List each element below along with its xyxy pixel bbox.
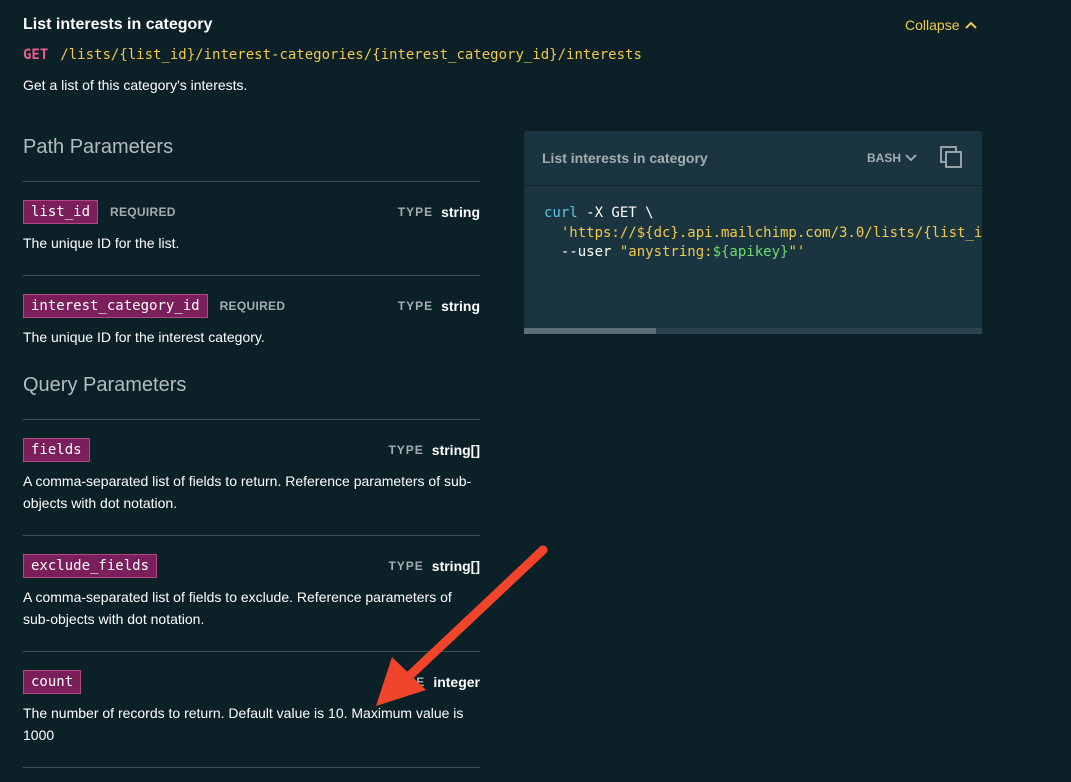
http-method: GET — [23, 47, 49, 63]
code-sample-panel: List interests in category BASH curl -X … — [524, 131, 982, 334]
collapse-button[interactable]: Collapse — [905, 17, 978, 33]
divider — [23, 767, 480, 768]
code-line-3d: "' — [788, 244, 806, 260]
param-description: A comma-separated list of fields to excl… — [23, 589, 452, 627]
scrollbar-thumb[interactable] — [524, 328, 656, 334]
param-name: interest_category_id — [23, 294, 208, 318]
type-label: TYPE — [388, 559, 424, 573]
endpoint: GET /lists/{list_id}/interest-categories… — [23, 47, 642, 63]
divider — [23, 275, 480, 276]
code-line-1: -X GET \ — [577, 205, 654, 221]
code-sample-title: List interests in category — [542, 150, 708, 166]
type-label: TYPE — [397, 205, 434, 219]
type-value: string[] — [431, 442, 480, 458]
param-description: A comma-separated list of fields to retu… — [23, 473, 472, 511]
code-line-3b: "anystring: — [619, 244, 713, 260]
type-value: integer — [433, 674, 480, 690]
code-sample-header: List interests in category BASH — [524, 131, 982, 186]
endpoint-path: /lists/{list_id}/interest-categories/{in… — [60, 47, 642, 63]
code-command: curl — [544, 205, 578, 221]
param-name: exclude_fields — [23, 554, 158, 578]
required-badge: REQUIRED — [219, 299, 286, 313]
param-exclude-fields: exclude_fields TYPE string[] A comma-sep… — [23, 554, 480, 630]
code-line-2: 'https://${dc}.api.mailchimp.com/3.0/lis… — [544, 224, 982, 241]
collapse-label: Collapse — [905, 17, 960, 33]
type-label: TYPE — [388, 443, 424, 457]
code-block: curl -X GET \ 'https://${dc}.api.mailchi… — [544, 204, 982, 263]
code-line-3c: ${apikey} — [712, 244, 789, 260]
param-count: count TYPE integer The number of records… — [23, 670, 480, 746]
param-interest-category-id: interest_category_id REQUIRED TYPE strin… — [23, 294, 480, 348]
param-description: The unique ID for the interest category. — [23, 329, 265, 345]
param-list-id: list_id REQUIRED TYPE string The unique … — [23, 200, 480, 254]
operation-title: List interests in category — [23, 16, 213, 33]
param-description: The unique ID for the list. — [23, 235, 180, 251]
chevron-up-icon — [965, 21, 978, 29]
operation-description: Get a list of this category's interests. — [23, 77, 248, 93]
divider — [23, 535, 480, 536]
type-value: string — [441, 298, 480, 314]
language-selector[interactable]: BASH — [867, 151, 917, 165]
type-label: TYPE — [397, 299, 434, 313]
type-label: TYPE — [389, 675, 426, 689]
param-fields: fields TYPE string[] A comma-separated l… — [23, 438, 480, 514]
param-name: list_id — [23, 200, 99, 224]
divider — [23, 419, 480, 420]
language-label: BASH — [867, 151, 902, 165]
divider — [23, 181, 480, 182]
param-name: count — [23, 670, 82, 694]
chevron-down-icon — [905, 154, 917, 162]
required-badge: REQUIRED — [110, 205, 176, 219]
query-parameters-title: Query Parameters — [23, 374, 187, 396]
path-parameters-title: Path Parameters — [23, 136, 174, 158]
divider — [23, 651, 480, 652]
horizontal-scrollbar[interactable] — [524, 328, 982, 334]
type-value: string[] — [431, 558, 480, 574]
param-description: The number of records to return. Default… — [23, 705, 464, 743]
code-line-3a: --user — [544, 244, 620, 260]
type-value: string — [441, 204, 480, 220]
copy-icon[interactable] — [940, 146, 962, 168]
param-name: fields — [23, 438, 90, 462]
